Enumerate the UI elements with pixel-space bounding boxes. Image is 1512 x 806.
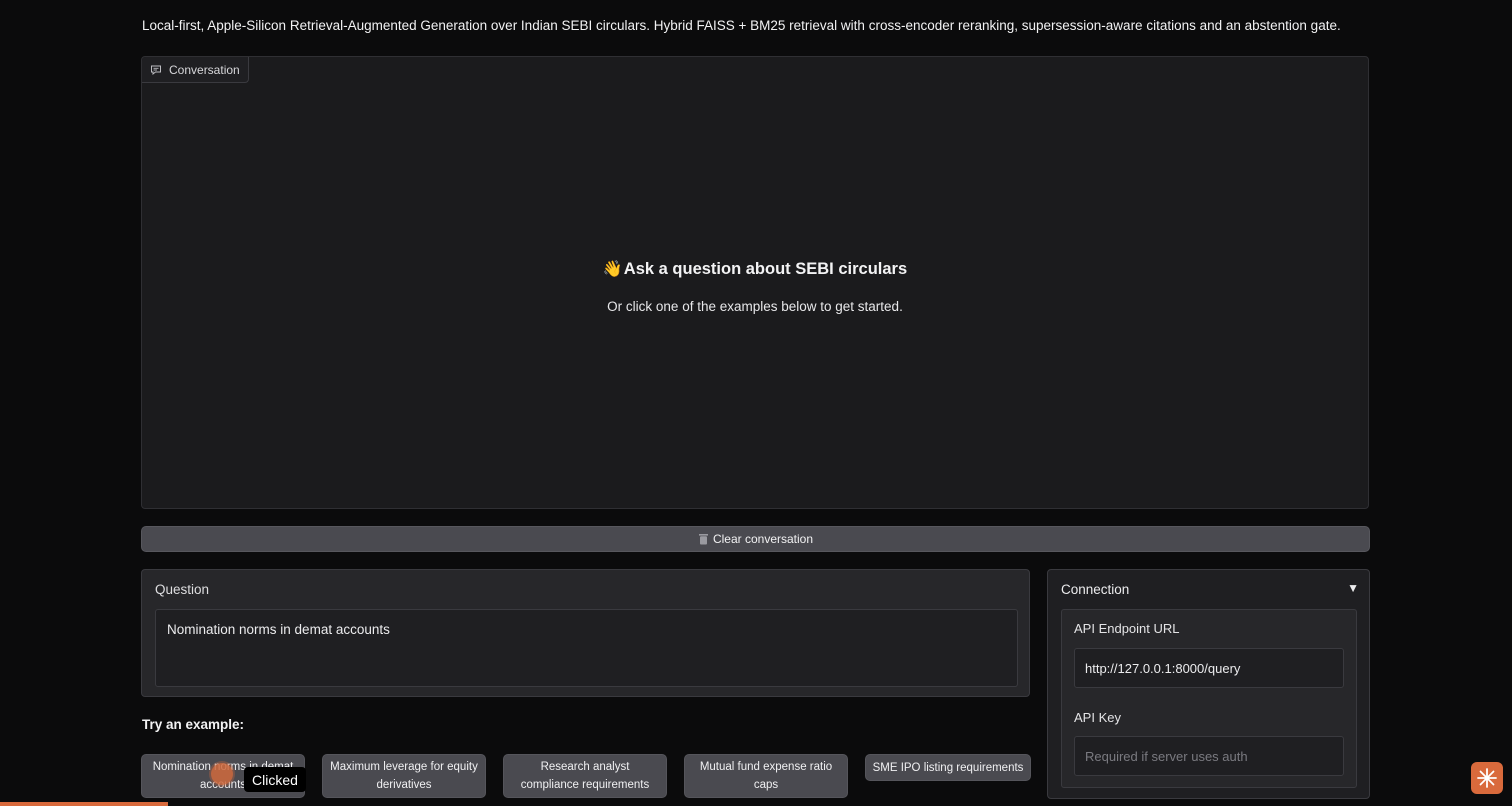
click-tooltip: Clicked (244, 767, 306, 792)
api-key-input[interactable]: Required if server uses auth (1074, 736, 1344, 776)
waving-hand-icon: 👋 (602, 261, 623, 278)
assistant-launcher-button[interactable] (1471, 762, 1503, 794)
click-marker (211, 763, 233, 785)
empty-state-subtitle: Or click one of the examples below to ge… (607, 299, 903, 314)
connection-title[interactable]: Connection (1061, 582, 1129, 597)
conversation-panel: Conversation 👋 Ask a question about SEBI… (141, 56, 1369, 509)
app-description: Local-first, Apple-Silicon Retrieval-Aug… (142, 18, 1341, 33)
empty-state-title: Ask a question about SEBI circulars (623, 259, 908, 278)
endpoint-label: API Endpoint URL (1074, 621, 1180, 636)
progress-bar (0, 802, 168, 806)
endpoint-input[interactable]: http://127.0.0.1:8000/query (1074, 648, 1344, 688)
conversation-label: Conversation (142, 57, 249, 83)
conversation-label-text: Conversation (169, 62, 240, 77)
question-panel: Question Nomination norms in demat accou… (141, 569, 1030, 697)
connection-settings: API Endpoint URL http://127.0.0.1:8000/q… (1061, 609, 1357, 788)
example-button-leverage[interactable]: Maximum leverage for equity derivatives (322, 754, 486, 798)
example-button-sme-ipo[interactable]: SME IPO listing requirements (865, 754, 1031, 781)
examples-heading: Try an example: (142, 717, 245, 732)
example-button-mutual-fund[interactable]: Mutual fund expense ratio caps (684, 754, 848, 798)
trash-icon (698, 534, 708, 545)
empty-state: 👋 Ask a question about SEBI circulars Or… (142, 259, 1368, 315)
api-key-label: API Key (1074, 710, 1121, 725)
question-input[interactable]: Nomination norms in demat accounts (155, 609, 1018, 687)
question-label: Question (155, 582, 210, 597)
connection-panel: Connection ▼ API Endpoint URL http://127… (1047, 569, 1370, 799)
sparkle-icon (1477, 768, 1497, 788)
empty-state-title-row: 👋 Ask a question about SEBI circulars (603, 259, 907, 279)
clear-conversation-button[interactable]: Clear conversation (141, 526, 1370, 552)
example-button-research-analyst[interactable]: Research analyst compliance requirements (503, 754, 667, 798)
triangle-down-icon[interactable]: ▼ (1347, 581, 1359, 595)
clear-conversation-label: Clear conversation (712, 532, 814, 546)
chat-bubble-icon (151, 65, 161, 75)
